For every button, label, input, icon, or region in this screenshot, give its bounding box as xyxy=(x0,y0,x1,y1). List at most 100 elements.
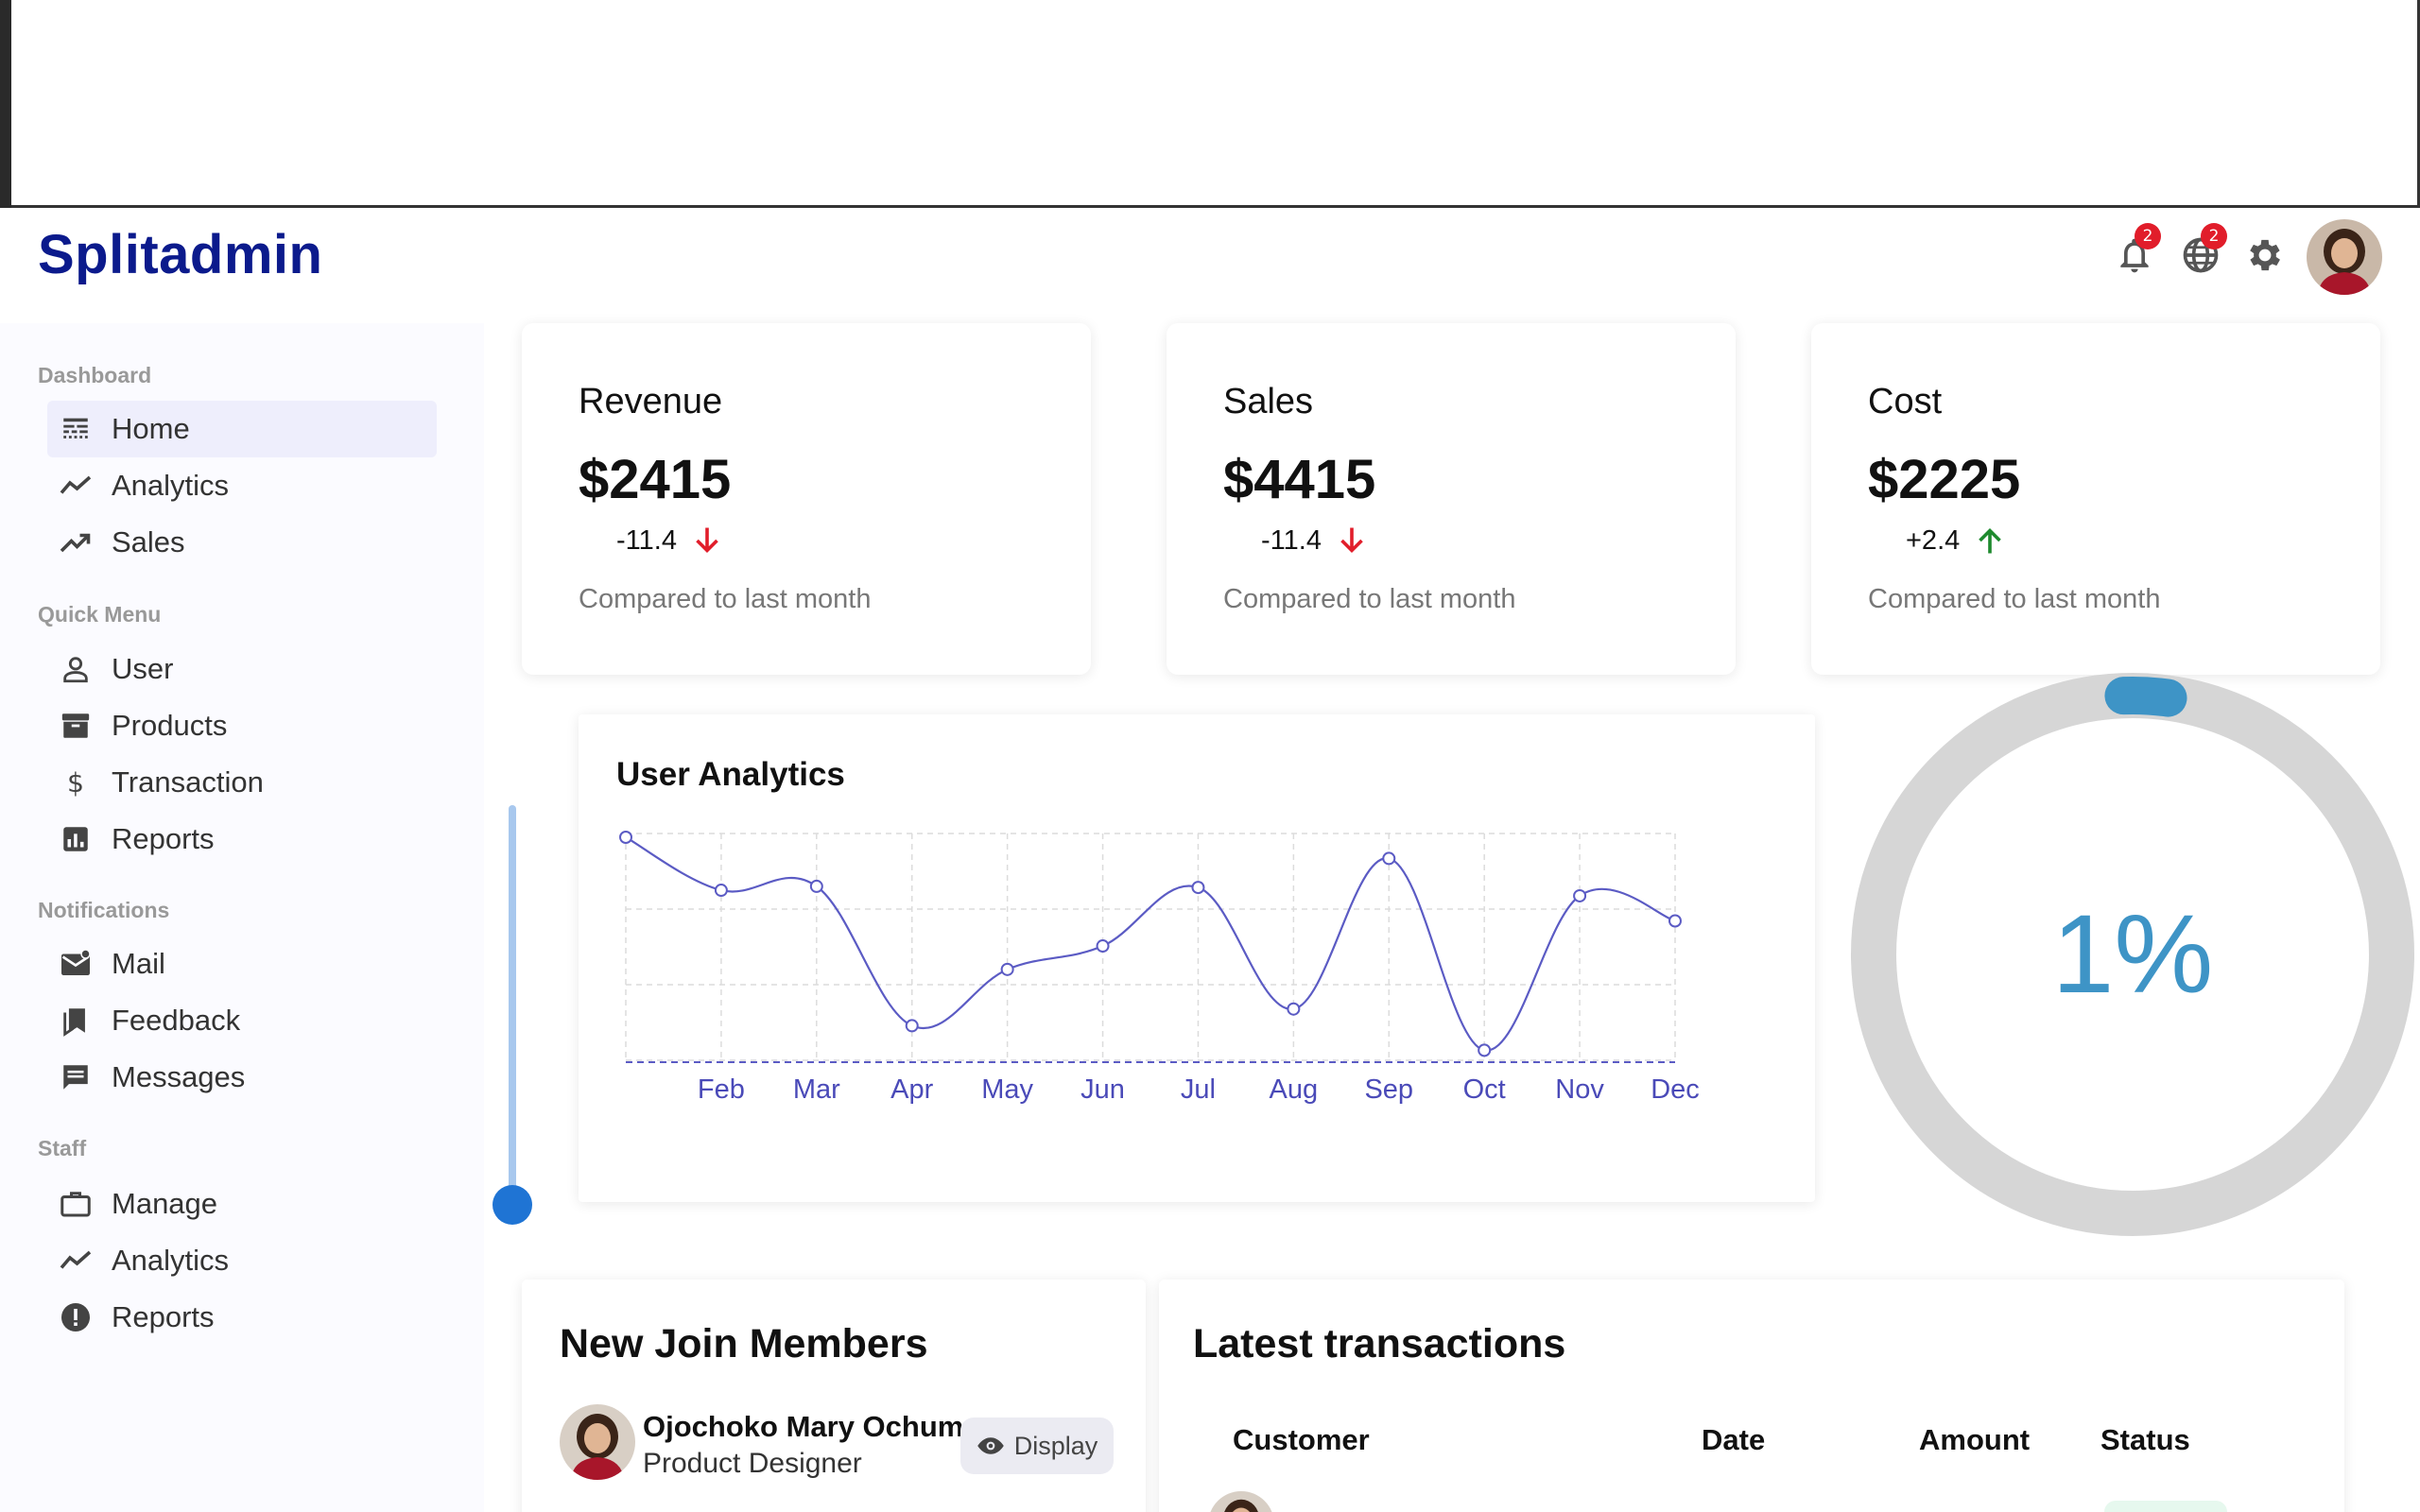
column-header-customer[interactable]: Customer xyxy=(1233,1423,1370,1457)
scrollbar-track[interactable] xyxy=(509,805,516,1202)
sidebar-item-home[interactable]: Home xyxy=(47,401,437,457)
data-point xyxy=(809,879,823,893)
stat-note: Compared to last month xyxy=(1223,584,1516,614)
section-title: New Join Members xyxy=(560,1321,928,1366)
data-point xyxy=(1287,1002,1301,1016)
sidebar-item-messages[interactable]: Messages xyxy=(47,1049,437,1106)
data-point xyxy=(1382,851,1396,866)
browser-blank-area xyxy=(0,0,2420,208)
notification-badge: 2 xyxy=(2135,223,2161,249)
sidebar-item-sales[interactable]: Sales xyxy=(47,514,437,571)
customer-avatar xyxy=(1208,1491,1274,1512)
data-point xyxy=(714,884,728,898)
data-point xyxy=(1573,888,1587,902)
language-button[interactable]: 2 xyxy=(2176,223,2227,280)
sidebar-item-manage[interactable]: Manage xyxy=(47,1176,437,1232)
stat-card-revenue: Revenue $2415 -11.4 Compared to last mon… xyxy=(522,323,1091,675)
sidebar-item-label: Mail xyxy=(112,947,165,980)
person-outline-icon xyxy=(57,650,95,688)
sidebar-item-label: User xyxy=(112,652,174,685)
sidebar-item-label: Home xyxy=(112,412,190,445)
stat-delta: -11.4 xyxy=(1261,524,1369,558)
dollar-icon: $ xyxy=(57,764,95,801)
brand-logo[interactable]: Splitadmin xyxy=(38,223,322,286)
user-avatar[interactable] xyxy=(2307,219,2382,295)
x-tick-label: Sep xyxy=(1364,1074,1413,1105)
timeline-icon xyxy=(57,467,95,505)
sidebar-item-label: Reports xyxy=(112,1300,215,1333)
series-line xyxy=(625,836,1676,1052)
sidebar-section-staff: Staff xyxy=(38,1136,87,1160)
sidebar-item-label: Reports xyxy=(112,822,215,855)
column-header-status[interactable]: Status xyxy=(2100,1423,2190,1457)
x-tick-label: Aug xyxy=(1270,1074,1319,1105)
progress-ring: 1% xyxy=(1845,667,2420,1242)
arrow-down-icon xyxy=(1340,527,1363,554)
sidebar-item-label: Sales xyxy=(112,525,185,558)
line-style-icon xyxy=(57,410,95,448)
member-role: Product Designer xyxy=(643,1448,862,1479)
member-avatar xyxy=(560,1404,635,1480)
window-edge xyxy=(0,0,11,208)
notifications-button[interactable]: 2 xyxy=(2110,223,2161,280)
chat-box-icon xyxy=(57,1058,95,1096)
member-name: Ojochoko Mary Ochuma xyxy=(643,1410,980,1443)
sidebar-section-dashboard: Dashboard xyxy=(38,363,152,387)
status-badge xyxy=(2104,1501,2227,1512)
bar-chart-icon xyxy=(57,820,95,858)
column-header-date[interactable]: Date xyxy=(1702,1423,1765,1457)
sidebar-item-label: Transaction xyxy=(112,765,264,799)
trending-up-icon xyxy=(57,524,95,561)
sidebar-item-label: Analytics xyxy=(112,1244,230,1277)
sidebar-item-label: Analytics xyxy=(112,469,230,502)
eye-icon xyxy=(977,1437,1004,1454)
sidebar-item-products[interactable]: Products xyxy=(47,697,437,754)
sidebar-item-transaction[interactable]: $ Transaction xyxy=(47,754,437,811)
sidebar-item-user[interactable]: User xyxy=(47,641,437,697)
sidebar-item-staff-reports[interactable]: Reports xyxy=(47,1289,437,1346)
sidebar-item-mail[interactable]: Mail xyxy=(47,936,437,992)
x-tick-label: Jun xyxy=(1080,1074,1125,1105)
error-icon xyxy=(57,1298,95,1336)
stat-note: Compared to last month xyxy=(1868,584,2161,614)
x-tick-label: Nov xyxy=(1555,1074,1604,1105)
stat-title: Cost xyxy=(1868,382,1943,421)
x-tick-label: Jul xyxy=(1181,1074,1216,1105)
sidebar-item-label: Manage xyxy=(112,1187,218,1220)
x-tick-label: Feb xyxy=(698,1074,745,1105)
stat-delta: -11.4 xyxy=(616,524,724,558)
stat-card-cost: Cost $2225 +2.4 Compared to last month xyxy=(1811,323,2380,675)
new-members-card: New Join Members Ojochoko Mary Ochuma Pr… xyxy=(522,1280,1146,1512)
progress-value: 1% xyxy=(2051,892,2214,1017)
user-analytics-card: User Analytics Feb Mar Apr May Jun Jul Aug Sep O… xyxy=(579,714,1815,1202)
stat-note: Compared to last month xyxy=(579,584,872,614)
sidebar-item-analytics[interactable]: Analytics xyxy=(47,457,437,514)
column-header-amount[interactable]: Amount xyxy=(1919,1423,2030,1457)
scrollbar-thumb[interactable] xyxy=(493,1185,532,1225)
display-button-label: Display xyxy=(1013,1431,1098,1460)
archive-box-icon xyxy=(57,707,95,745)
stat-delta-value: +2.4 xyxy=(1906,524,1961,556)
stat-value: $4415 xyxy=(1223,449,1376,510)
stat-title: Sales xyxy=(1223,382,1314,421)
bookmarks-icon xyxy=(57,1002,95,1040)
section-title: Latest transactions xyxy=(1193,1321,1566,1366)
data-point xyxy=(1000,962,1014,976)
display-button[interactable]: Display xyxy=(960,1418,1114,1474)
sidebar-item-label: Feedback xyxy=(112,1004,241,1037)
sidebar-item-feedback[interactable]: Feedback xyxy=(47,992,437,1049)
sidebar-item-staff-analytics[interactable]: Analytics xyxy=(47,1232,437,1289)
mail-icon xyxy=(57,945,95,983)
settings-button[interactable] xyxy=(2240,231,2290,280)
sidebar-item-label: Products xyxy=(112,709,228,742)
x-tick-label: Mar xyxy=(793,1074,840,1105)
data-point xyxy=(1191,881,1205,895)
stat-card-sales: Sales $4415 -11.4 Compared to last month xyxy=(1167,323,1736,675)
sidebar: Dashboard Home Analytics Sales Quick Men… xyxy=(0,323,484,1512)
sidebar-item-reports[interactable]: Reports xyxy=(47,811,437,868)
latest-transactions-card: Latest transactions Customer Date Amount… xyxy=(1159,1280,2344,1512)
stat-delta-value: -11.4 xyxy=(616,524,677,556)
stat-value: $2415 xyxy=(579,449,732,510)
stat-value: $2225 xyxy=(1868,449,2021,510)
sidebar-section-notifications: Notifications xyxy=(38,898,170,922)
